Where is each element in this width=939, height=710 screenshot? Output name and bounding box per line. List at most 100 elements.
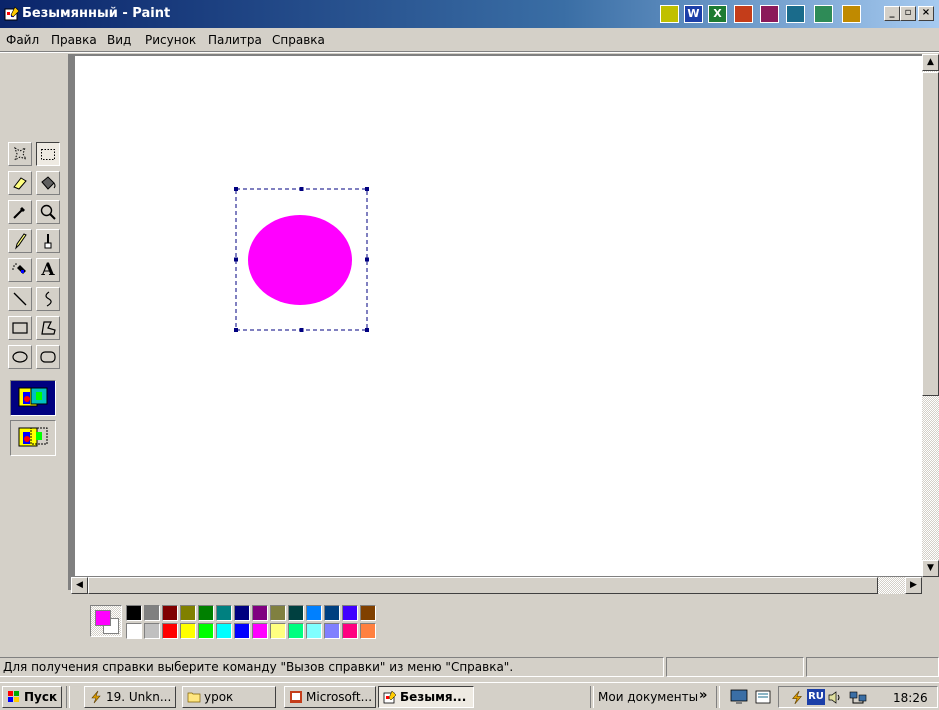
line-tool[interactable] (8, 287, 32, 311)
palette-swatch[interactable] (198, 623, 214, 639)
palette-swatch[interactable] (288, 605, 304, 621)
horizontal-scrollbar[interactable]: ◀ ▶ (71, 577, 922, 594)
palette-swatch[interactable] (144, 605, 160, 621)
foreground-color-swatch[interactable] (95, 610, 111, 626)
access-icon[interactable] (760, 5, 779, 23)
free-select-tool[interactable] (8, 142, 32, 166)
menu-help[interactable]: Справка (272, 33, 325, 47)
outlook-icon[interactable] (786, 5, 805, 23)
rounded-rect-tool[interactable] (36, 345, 60, 369)
scroll-down-arrow-icon[interactable]: ▼ (922, 560, 939, 577)
transparency-option-transparent[interactable] (10, 420, 56, 456)
pencil-icon (15, 233, 27, 250)
network-icon[interactable] (849, 690, 867, 705)
palette-swatch[interactable] (360, 605, 376, 621)
ellipse-tool[interactable] (8, 345, 32, 369)
quicklaunch-divider (66, 686, 70, 708)
palette-swatch[interactable] (234, 623, 250, 639)
palette-swatch[interactable] (234, 605, 250, 621)
brush-icon (44, 234, 52, 249)
color-palette (88, 602, 398, 642)
windows-logo-icon (8, 691, 19, 702)
palette-swatch[interactable] (324, 623, 340, 639)
palette-swatch[interactable] (180, 605, 196, 621)
menu-file[interactable]: Файл (6, 33, 39, 47)
palette-swatch[interactable] (180, 623, 196, 639)
transparent-selection-icon (18, 427, 48, 447)
status-coordinates-panel (666, 657, 804, 677)
palette-swatch[interactable] (162, 605, 178, 621)
palette-swatch[interactable] (216, 623, 232, 639)
my-documents-toolbar[interactable]: Мои документы (598, 690, 698, 704)
brush-tool[interactable] (36, 229, 60, 253)
horizontal-scroll-thumb[interactable] (88, 577, 878, 594)
drawing-canvas[interactable] (75, 56, 922, 576)
task-button-powerpoint[interactable]: Microsoft... (284, 686, 376, 708)
office-app-icon[interactable] (842, 5, 861, 23)
scroll-up-arrow-icon[interactable]: ▲ (922, 54, 939, 71)
palette-swatch[interactable] (270, 623, 286, 639)
menu-view[interactable]: Вид (107, 33, 131, 47)
close-button[interactable]: × (918, 6, 934, 21)
scroll-left-arrow-icon[interactable]: ◀ (71, 577, 88, 594)
palette-swatch[interactable] (144, 623, 160, 639)
palette-swatch[interactable] (342, 623, 358, 639)
start-button[interactable]: Пуск (2, 686, 62, 708)
winamp-tray-icon[interactable] (789, 690, 805, 705)
vertical-scrollbar[interactable]: ▲ ▼ (922, 54, 939, 577)
menu-image[interactable]: Рисунок (145, 33, 196, 47)
palette-swatch[interactable] (126, 605, 142, 621)
clock: 18:26 (893, 691, 928, 705)
palette-swatch[interactable] (288, 623, 304, 639)
excel-icon[interactable]: X (708, 5, 727, 23)
rectangle-tool[interactable] (8, 316, 32, 340)
title-bar[interactable]: Безымянный - Paint W X _ ▫ × (0, 0, 939, 28)
color-picker-tool[interactable] (8, 200, 32, 224)
palette-swatch[interactable] (252, 605, 268, 621)
menu-palette[interactable]: Палитра (208, 33, 262, 47)
text-tool[interactable]: A (36, 258, 60, 282)
palette-swatch[interactable] (126, 623, 142, 639)
outlook-express-icon[interactable] (754, 688, 772, 706)
palette-swatch[interactable] (162, 623, 178, 639)
restore-button[interactable]: ▫ (900, 6, 916, 21)
palette-swatch[interactable] (252, 623, 268, 639)
volume-icon[interactable] (827, 690, 843, 705)
curve-tool[interactable] (36, 287, 60, 311)
paint-bucket-icon (41, 176, 56, 190)
eraser-tool[interactable] (8, 171, 32, 195)
polygon-tool[interactable] (36, 316, 60, 340)
binder-icon[interactable] (814, 5, 833, 23)
current-colors-box[interactable] (90, 605, 122, 637)
palette-swatch[interactable] (342, 605, 358, 621)
vertical-scroll-thumb[interactable] (922, 72, 939, 396)
palette-swatch[interactable] (306, 605, 322, 621)
palette-swatch[interactable] (360, 623, 376, 639)
airbrush-tool[interactable] (8, 258, 32, 282)
pencil-tool[interactable] (8, 229, 32, 253)
app-icon-1[interactable] (660, 5, 679, 23)
fill-tool[interactable] (36, 171, 60, 195)
powerpoint-icon[interactable] (734, 5, 753, 23)
palette-swatch[interactable] (198, 605, 214, 621)
magnifier-tool[interactable] (36, 200, 60, 224)
palette-swatch[interactable] (270, 605, 286, 621)
rect-select-tool[interactable] (36, 142, 60, 166)
word-icon[interactable]: W (684, 5, 703, 23)
scroll-corner (922, 577, 939, 594)
palette-swatch[interactable] (216, 605, 232, 621)
tool-box: A (4, 138, 60, 458)
menu-edit[interactable]: Правка (51, 33, 97, 47)
status-bar: Для получения справки выберите команду "… (0, 655, 939, 680)
minimize-button[interactable]: _ (884, 6, 900, 21)
palette-swatch[interactable] (306, 623, 322, 639)
scroll-right-arrow-icon[interactable]: ▶ (905, 577, 922, 594)
language-indicator[interactable]: RU (807, 689, 825, 705)
palette-swatch[interactable] (324, 605, 340, 621)
task-button-paint[interactable]: Безымя... (378, 686, 474, 708)
task-button-winamp[interactable]: 19. Unkn... (84, 686, 176, 708)
desktop-icon[interactable] (730, 689, 748, 705)
transparency-option-opaque[interactable] (10, 380, 56, 416)
toolbar-chevron-icon[interactable]: » (699, 688, 707, 703)
task-button-folder[interactable]: урок (182, 686, 276, 708)
